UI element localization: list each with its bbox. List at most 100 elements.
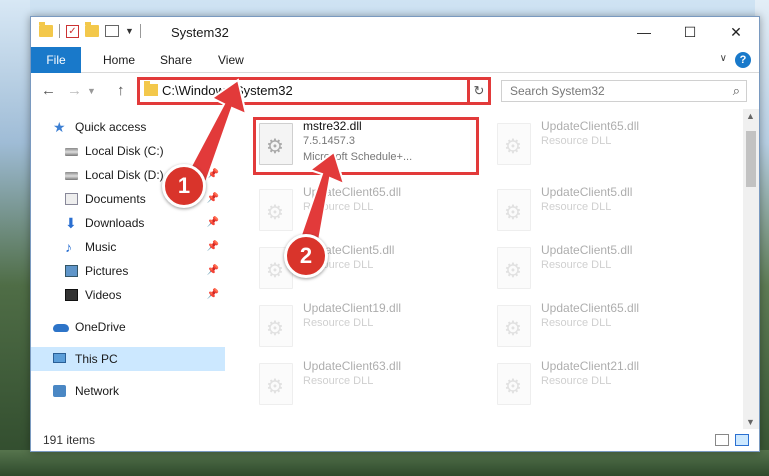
tab-share[interactable]: Share	[146, 47, 206, 73]
details-view-icon[interactable]	[715, 434, 729, 446]
file-description: Resource DLL	[541, 317, 612, 329]
address-bar[interactable]: C:\Windows\System32 ∨	[137, 77, 491, 105]
refresh-button[interactable]: ↻	[467, 77, 491, 105]
back-arrow-icon[interactable]: ←	[41, 82, 56, 99]
dll-file-icon	[259, 189, 293, 231]
sidebar-item-label: Local Disk (C:)	[85, 144, 164, 158]
file-description: Resource DLL	[541, 201, 612, 213]
step-2-badge: 2	[284, 234, 328, 278]
desktop-background-left	[0, 0, 30, 476]
pin-icon: 📌	[206, 241, 219, 252]
highlight-box	[253, 117, 479, 175]
file-description: Resource DLL	[541, 135, 612, 147]
recent-locations-chevron-icon[interactable]: ▼	[87, 86, 96, 96]
sidebar-item-pictures[interactable]: Pictures 📌	[31, 259, 225, 283]
disk-icon	[65, 148, 78, 156]
sidebar-item-onedrive[interactable]: OneDrive	[31, 315, 225, 339]
toolbar-separator	[139, 24, 141, 38]
expand-ribbon-chevron-icon[interactable]: ∨	[720, 53, 727, 64]
item-count: 191 items	[43, 433, 96, 447]
file-description: Resource DLL	[541, 259, 612, 271]
sidebar-item-label: Documents	[85, 192, 146, 206]
new-folder-icon[interactable]	[85, 22, 99, 37]
sidebar-item-label: Music	[85, 240, 117, 254]
tiles-view-icon[interactable]	[735, 434, 749, 446]
maximize-button[interactable]: ☐	[667, 17, 713, 47]
minimize-button[interactable]: —	[621, 17, 667, 47]
file-item[interactable]: UpdateClient65.dll Resource DLL	[491, 117, 711, 173]
file-item[interactable]: UpdateClient65.dll Resource DLL	[253, 183, 473, 239]
sidebar-item-network[interactable]: Network	[31, 379, 225, 403]
sidebar-item-local-disk-c[interactable]: Local Disk (C:) 📌	[31, 139, 225, 163]
videos-icon	[65, 289, 78, 301]
customize-toolbar-icon[interactable]	[105, 25, 119, 37]
tab-file[interactable]: File	[31, 47, 81, 73]
folder-icon	[39, 22, 53, 37]
dll-file-icon	[497, 305, 531, 347]
file-description: Resource DLL	[303, 375, 374, 387]
file-item-mstre32[interactable]: mstre32.dll 7.5.1457.3 Microsoft Schedul…	[253, 117, 479, 175]
scroll-up-icon[interactable]: ▲	[746, 111, 755, 121]
up-arrow-icon[interactable]: ↑	[117, 82, 125, 99]
close-button[interactable]: ✕	[713, 17, 759, 47]
title-bar: ✓ ▼ System32 — ☐ ✕	[31, 17, 759, 47]
scrollbar-thumb[interactable]	[746, 131, 756, 187]
file-item[interactable]: UpdateClient65.dll Resource DLL	[491, 299, 711, 355]
file-description: Resource DLL	[541, 375, 612, 387]
download-icon: ⬇	[65, 215, 77, 231]
file-name: UpdateClient63.dll	[303, 359, 402, 373]
sidebar-item-label: Downloads	[85, 216, 145, 230]
file-item[interactable]: UpdateClient5.dll Resource DLL	[491, 183, 711, 239]
forward-arrow-icon[interactable]: →	[67, 82, 82, 99]
file-name: UpdateClient21.dll	[541, 359, 640, 373]
vertical-scrollbar[interactable]: ▲ ▼	[743, 109, 759, 429]
tab-home[interactable]: Home	[89, 47, 149, 73]
search-input[interactable]: Search System32 ⌕	[501, 80, 747, 102]
sidebar-item-quick-access[interactable]: ★ Quick access	[31, 115, 225, 139]
file-explorer-window: ✓ ▼ System32 — ☐ ✕ File Home Share View …	[30, 16, 760, 452]
file-item[interactable]: UpdateClient5.dll Resource DLL	[491, 241, 711, 297]
desktop-background-bottom	[0, 450, 769, 476]
file-description: Resource DLL	[303, 317, 374, 329]
dll-file-icon	[497, 363, 531, 405]
sidebar-item-label: OneDrive	[75, 320, 126, 334]
pin-icon: 📌	[206, 289, 219, 300]
file-name: UpdateClient5.dll	[541, 185, 633, 199]
network-icon	[53, 385, 66, 397]
search-icon[interactable]: ⌕	[733, 83, 740, 99]
help-icon[interactable]: ?	[735, 52, 751, 68]
chevron-down-icon[interactable]: ▼	[125, 26, 134, 36]
sidebar-item-label: Videos	[85, 288, 122, 302]
step-1-badge: 1	[162, 164, 206, 208]
music-icon: ♪	[65, 239, 72, 255]
pin-icon: 📌	[206, 169, 219, 180]
status-bar: 191 items	[31, 429, 759, 451]
sidebar-item-videos[interactable]: Videos 📌	[31, 283, 225, 307]
documents-icon	[65, 193, 78, 205]
file-item[interactable]: UpdateClient19.dll Resource DLL	[253, 299, 473, 355]
disk-icon	[65, 172, 78, 180]
file-item[interactable]: UpdateClient63.dll Resource DLL	[253, 357, 473, 413]
address-row: ← → ▼ ↑ C:\Windows\System32 ∨ ↻ Search S…	[31, 74, 759, 108]
sidebar-item-label: This PC	[75, 352, 118, 366]
file-name: UpdateClient19.dll	[303, 301, 402, 315]
file-item[interactable]: UpdateClient21.dll Resource DLL	[491, 357, 711, 413]
sidebar-item-downloads[interactable]: ⬇ Downloads 📌	[31, 211, 225, 235]
toolbar-separator	[59, 24, 60, 38]
address-path[interactable]: C:\Windows\System32	[162, 83, 293, 98]
tab-view[interactable]: View	[204, 47, 258, 73]
dll-file-icon	[259, 305, 293, 347]
pin-icon: 📌	[206, 193, 219, 204]
dll-file-icon	[259, 363, 293, 405]
scroll-down-icon[interactable]: ▼	[746, 417, 755, 427]
window-title: System32	[171, 25, 229, 40]
pc-icon	[53, 353, 66, 363]
properties-check-icon[interactable]: ✓	[66, 24, 79, 38]
sidebar-item-this-pc[interactable]: This PC	[31, 347, 225, 371]
star-icon: ★	[53, 119, 66, 135]
pictures-icon	[65, 265, 78, 277]
navigation-pane: ★ Quick access Local Disk (C:) 📌 Local D…	[31, 109, 225, 429]
ribbon-tabs: File Home Share View ∨ ?	[31, 47, 759, 73]
dll-file-icon	[497, 247, 531, 289]
sidebar-item-music[interactable]: ♪ Music 📌	[31, 235, 225, 259]
